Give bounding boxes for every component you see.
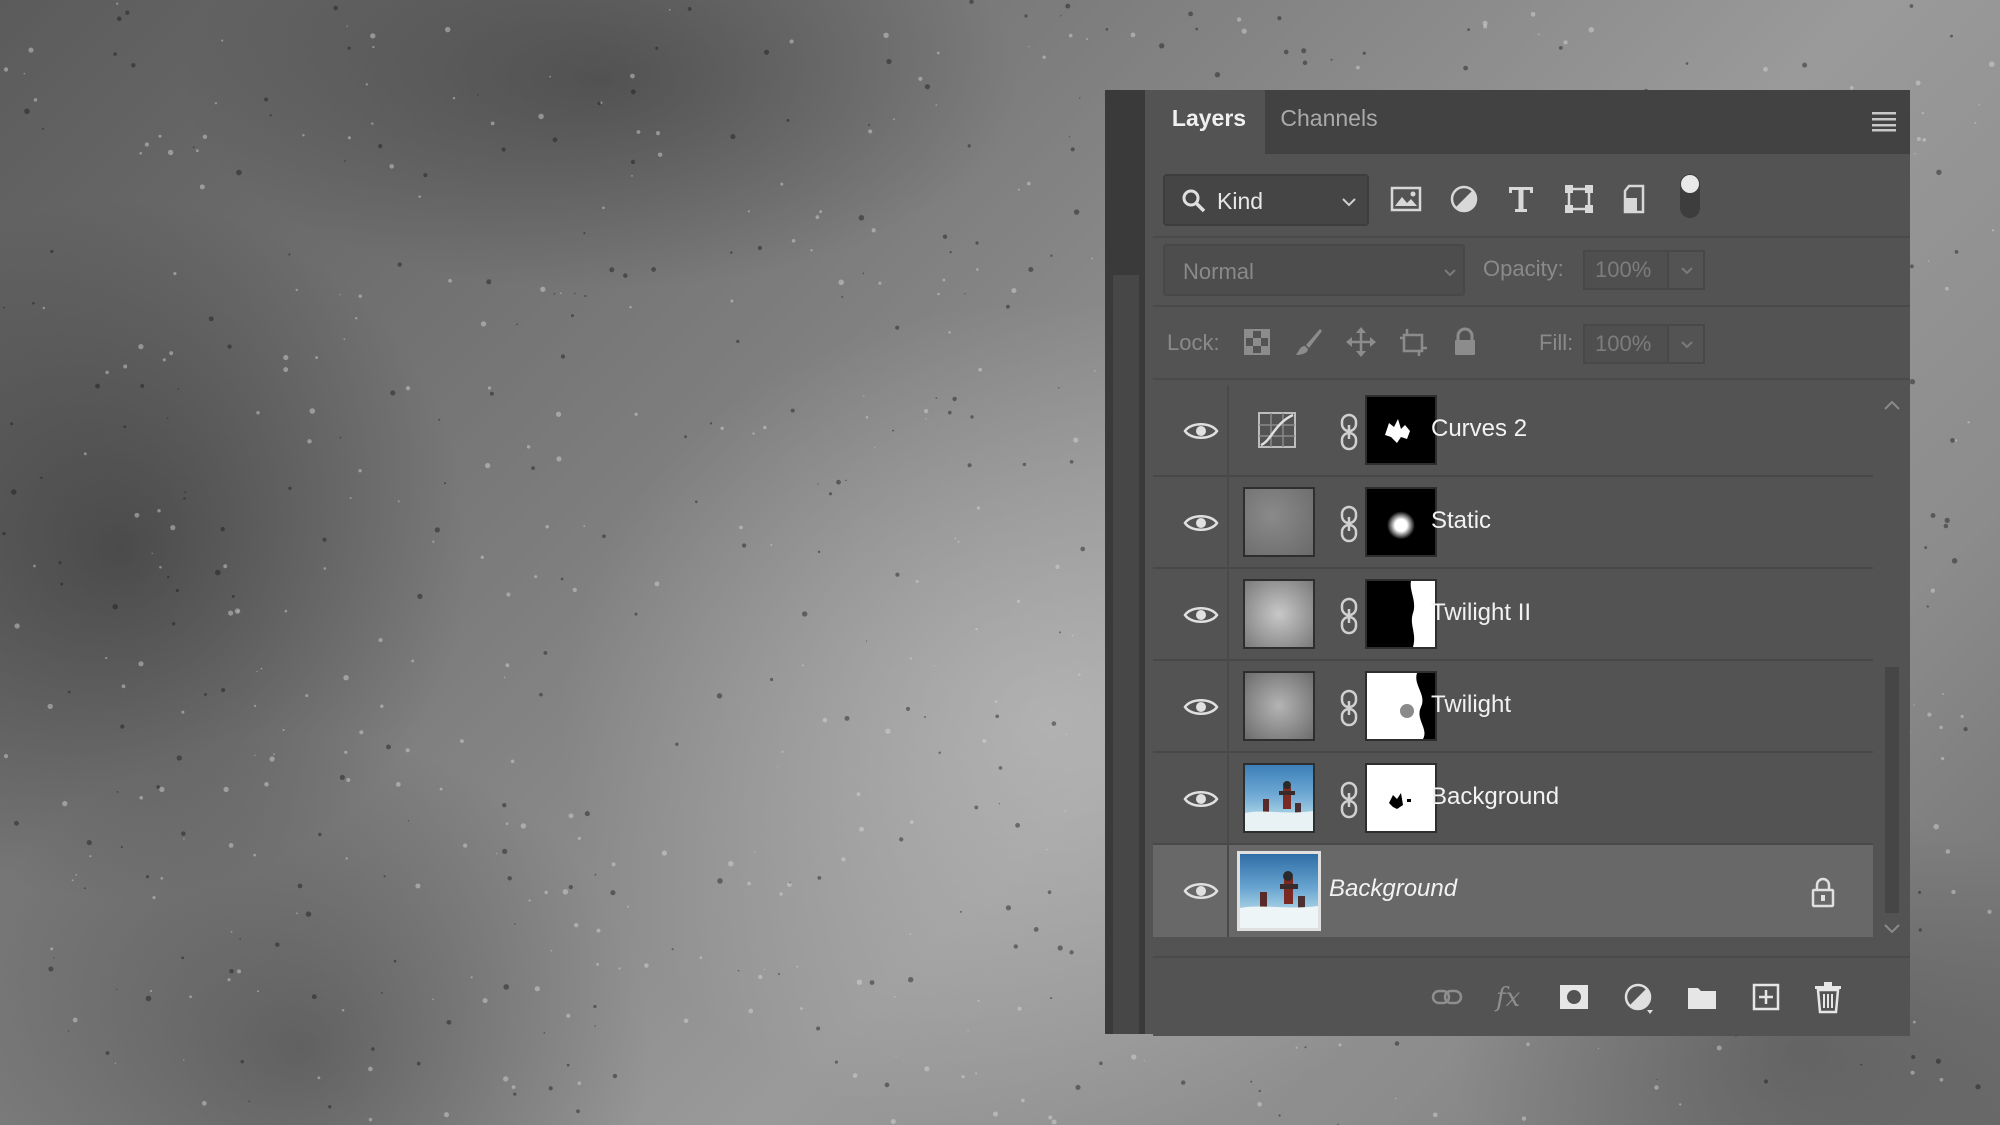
layer-mask-thumbnail[interactable]	[1365, 671, 1437, 741]
adjustment-layer-icon[interactable]	[1621, 980, 1655, 1014]
layer-row-background-copy[interactable]: Background	[1153, 753, 1873, 845]
layers-scrollbar[interactable]	[1873, 385, 1910, 951]
lock-row: Lock: Fill: 100%	[1153, 312, 1910, 372]
kind-filter-dropdown[interactable]: Kind	[1163, 174, 1369, 226]
adjustment-layer-filter-icon[interactable]	[1447, 182, 1481, 216]
layer-thumbnail[interactable]	[1243, 763, 1315, 833]
opacity-input[interactable]: 100%	[1583, 250, 1669, 290]
chain-link-icon[interactable]	[1337, 689, 1361, 727]
fx-icon[interactable]: fx	[1493, 980, 1527, 1014]
layer-mask-thumbnail[interactable]	[1365, 763, 1437, 833]
chevron-down-icon	[1681, 267, 1693, 275]
tab-layers[interactable]: Layers	[1153, 90, 1265, 154]
search-icon	[1182, 189, 1206, 213]
lock-label: Lock:	[1167, 330, 1220, 355]
layer-name: Static	[1431, 507, 1492, 534]
opacity-slider-toggle[interactable]	[1667, 250, 1705, 290]
chevron-down-icon	[1444, 269, 1456, 277]
layer-thumbnail[interactable]	[1243, 487, 1315, 557]
pixel-layer-filter-icon[interactable]	[1389, 182, 1423, 216]
chain-link-icon[interactable]	[1337, 781, 1361, 819]
svg-text:fx: fx	[1494, 983, 1521, 1013]
add-mask-icon[interactable]	[1557, 980, 1591, 1014]
blend-mode-dropdown[interactable]: Normal	[1163, 244, 1465, 296]
layer-name: Background	[1329, 875, 1458, 902]
layer-thumbnail[interactable]	[1237, 851, 1321, 931]
layers-bottom-toolbar: fx	[1153, 956, 1910, 1036]
scroll-down-icon[interactable]	[1883, 923, 1901, 935]
chevron-down-icon	[1342, 198, 1356, 207]
scrollbar-thumb[interactable]	[1885, 667, 1899, 913]
new-group-icon[interactable]	[1685, 980, 1719, 1014]
tab-channels[interactable]: Channels	[1267, 90, 1391, 154]
layer-name: Curves 2	[1431, 415, 1528, 442]
link-layers-icon[interactable]	[1430, 980, 1464, 1014]
fill-label: Fill:	[1539, 330, 1574, 355]
layer-name: Twilight	[1431, 691, 1512, 718]
layer-row-twilight[interactable]: Twilight	[1153, 661, 1873, 753]
layers-panel-body: Layers Channels Kind Normal Opacity: 100…	[1153, 90, 1910, 1036]
panel-menu-icon[interactable]	[1872, 110, 1896, 132]
chain-link-icon[interactable]	[1337, 597, 1361, 635]
layer-row-static[interactable]: Static	[1153, 477, 1873, 569]
layer-row-twilight-ii[interactable]: Twilight II	[1153, 569, 1873, 661]
type-layer-filter-icon[interactable]	[1504, 182, 1538, 216]
fill-slider-toggle[interactable]	[1667, 324, 1705, 364]
lock-position-icon[interactable]	[1345, 326, 1377, 358]
layer-thumbnail[interactable]	[1243, 671, 1315, 741]
lock-all-icon[interactable]	[1449, 326, 1481, 358]
layer-row-curves-2[interactable]: Curves 2	[1153, 385, 1873, 477]
smart-object-filter-icon[interactable]	[1619, 182, 1653, 216]
chain-link-icon[interactable]	[1337, 413, 1361, 451]
kind-filter-label: Kind	[1217, 188, 1264, 214]
eye-icon[interactable]	[1183, 787, 1219, 811]
curves-adjustment-icon	[1258, 412, 1296, 448]
delete-layer-icon[interactable]	[1811, 980, 1845, 1014]
opacity-label: Opacity:	[1483, 256, 1564, 281]
chain-link-icon[interactable]	[1337, 505, 1361, 543]
layer-name: Twilight II	[1431, 599, 1532, 626]
layer-name: Background	[1431, 783, 1560, 810]
new-layer-icon[interactable]	[1749, 980, 1783, 1014]
lock-image-pixels-icon[interactable]	[1293, 326, 1325, 358]
layer-mask-thumbnail[interactable]	[1365, 395, 1437, 465]
layer-thumbnail[interactable]	[1243, 579, 1315, 649]
eye-icon[interactable]	[1183, 603, 1219, 627]
layers-list: Curves 2 Static Twilight II Twilight Bac…	[1153, 385, 1873, 951]
eye-icon[interactable]	[1183, 419, 1219, 443]
eye-icon[interactable]	[1183, 695, 1219, 719]
filter-toggle-icon[interactable]	[1673, 172, 1707, 220]
fill-input[interactable]: 100%	[1583, 324, 1669, 364]
eye-icon[interactable]	[1183, 879, 1219, 903]
layer-mask-thumbnail[interactable]	[1365, 579, 1437, 649]
chevron-down-icon	[1681, 341, 1693, 349]
lock-icon[interactable]	[1809, 875, 1837, 909]
shape-layer-filter-icon[interactable]	[1562, 182, 1596, 216]
layers-panel: Layers Channels Kind Normal Opacity: 100…	[1105, 90, 1910, 1036]
scroll-up-icon[interactable]	[1883, 399, 1901, 411]
blend-row: Normal Opacity: 100%	[1153, 240, 1910, 300]
panel-dock-strip	[1105, 90, 1145, 1034]
blend-mode-value: Normal	[1183, 259, 1254, 284]
lock-artboard-icon[interactable]	[1397, 326, 1429, 358]
layer-mask-thumbnail[interactable]	[1365, 487, 1437, 557]
layer-filter-row: Kind	[1153, 168, 1910, 232]
eye-icon[interactable]	[1183, 511, 1219, 535]
layer-row-background[interactable]: Background	[1153, 845, 1873, 937]
lock-transparent-pixels-icon[interactable]	[1241, 326, 1273, 358]
panel-tab-bar: Layers Channels	[1153, 90, 1910, 154]
